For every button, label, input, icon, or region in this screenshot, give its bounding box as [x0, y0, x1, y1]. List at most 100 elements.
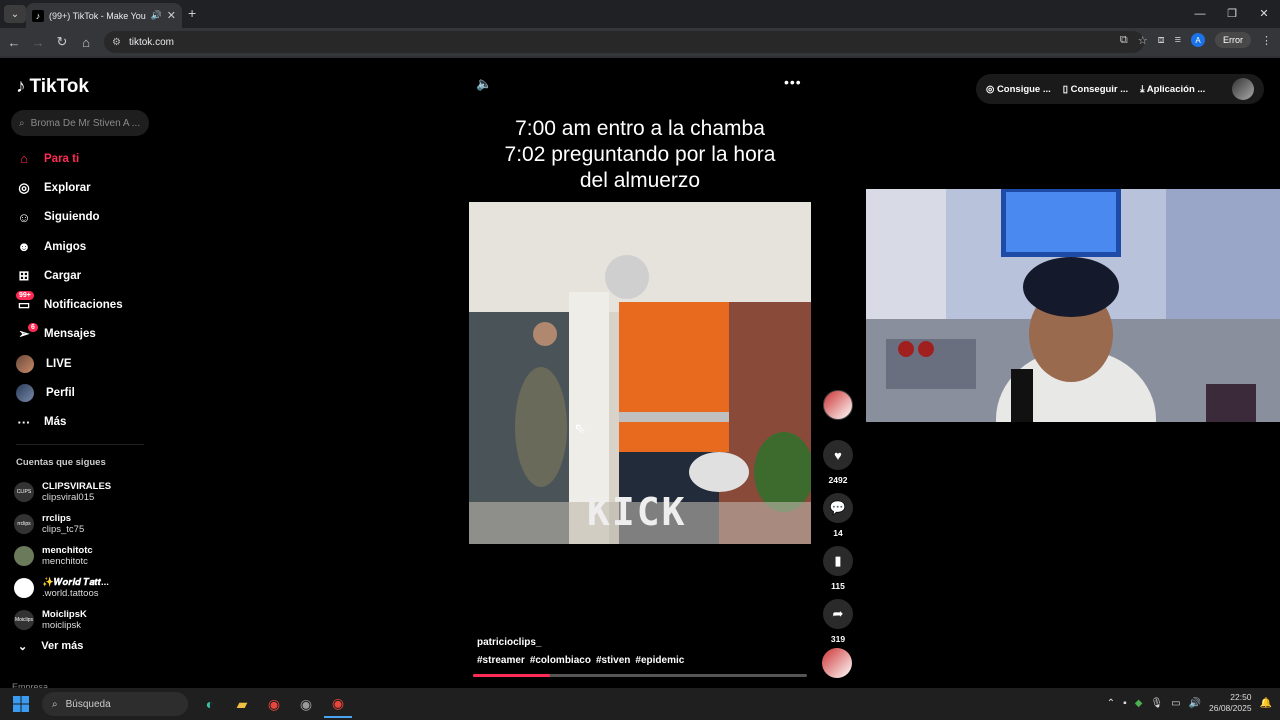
chevron-up-icon[interactable]: ⌃ [1107, 698, 1115, 709]
speaker-icon[interactable]: 🔊 [151, 10, 162, 21]
following-account[interactable]: menchitotc menchitotc [14, 540, 154, 572]
address-bar[interactable]: ⚙ tiktok.com [104, 31, 1144, 53]
tiktok-logo[interactable]: ♪ TikTok [16, 76, 89, 98]
reload-icon[interactable]: ↻ [50, 34, 74, 50]
see-more-label: Ver más [41, 640, 84, 652]
taskbar-search[interactable]: ⌕ Búsqueda [42, 692, 188, 716]
search-icon: ⌕ [52, 698, 58, 710]
account-avatar: rrclips [14, 514, 34, 534]
friends-icon: ☻ [17, 239, 31, 255]
sidebar-item-explorar[interactable]: ◎ Explorar [16, 173, 146, 202]
install-app-icon[interactable]: ⧉ [1120, 34, 1128, 47]
save-count: 115 [831, 581, 845, 591]
account-handle: moiclipsk [42, 620, 82, 631]
close-tab-icon[interactable]: ✕ [167, 9, 176, 22]
sidebar-item-live[interactable]: LIVE [16, 349, 146, 378]
sidebar-item-amigos[interactable]: ☻ Amigos [16, 232, 146, 261]
get-app-button[interactable]: ▯ Conseguir ... [1063, 84, 1128, 95]
sidebar-item-para-ti[interactable]: ⌂ Para ti [16, 144, 146, 173]
shield-icon[interactable]: ◆ [1135, 698, 1143, 709]
following-account[interactable]: Moiclips MoiclipsK moiclipsk [14, 604, 154, 636]
clock[interactable]: 22:50 26/08/2025 [1209, 692, 1252, 714]
sidebar-item-siguiendo[interactable]: ☺ Siguiendo [16, 203, 146, 232]
notification-badge: 99+ [16, 291, 34, 301]
browser-toolbar: ← → ↻ ⌂ ⚙ tiktok.com ⧉ ☆ ⧈ ≡ A Error ⋮ [0, 28, 1280, 56]
volume-icon[interactable]: 🔈 [476, 76, 492, 92]
close-window-button[interactable]: ✕ [1248, 0, 1280, 28]
sidebar-item-label: Cargar [44, 269, 82, 282]
chrome-active-icon[interactable]: ◉ [324, 690, 352, 718]
heart-icon: ♥ [834, 447, 842, 463]
more-icon: ··· [17, 414, 31, 430]
comment-button[interactable]: 💬 [823, 493, 853, 523]
get-app-label: Conseguir ... [1070, 83, 1129, 95]
video-author[interactable]: patricioclips_ [477, 637, 541, 648]
file-explorer-icon[interactable]: ▰ [228, 690, 256, 718]
restore-button[interactable]: ❐ [1216, 0, 1248, 28]
hashtag[interactable]: #epidemic [635, 655, 684, 666]
forward-icon[interactable]: → [26, 35, 50, 50]
browser-tab[interactable]: ♪ (99+) TikTok - Make Your Day 🔊 ✕ [26, 3, 182, 28]
search-input[interactable]: ⌕ Broma De Mr Stiven A ... [11, 110, 149, 136]
bookmark-star-icon[interactable]: ☆ [1138, 34, 1148, 47]
notification-bell-icon[interactable]: 🔔 [1260, 698, 1272, 709]
sidebar-item-perfil[interactable]: Perfil [16, 378, 146, 407]
caption-line: 7:00 am entro a la chamba [515, 117, 765, 140]
tiktok-favicon-icon: ♪ [32, 9, 44, 22]
home-icon[interactable]: ⌂ [74, 35, 98, 50]
save-button[interactable]: ▮ [823, 546, 853, 576]
hashtag[interactable]: #colombiaco [530, 655, 591, 666]
progress-fill [473, 674, 550, 677]
bookmark-icon: ▮ [834, 553, 842, 568]
account-name: menchitotc [42, 545, 93, 556]
extensions-icon[interactable]: ⧈ [1158, 34, 1165, 47]
account-avatar [14, 578, 34, 598]
app-tray-icon[interactable]: ▪ [1123, 698, 1127, 709]
new-tab-button[interactable]: + [188, 5, 196, 21]
download-app-button[interactable]: ⤓ Aplicación ... [1140, 84, 1205, 95]
sidebar-item-label: Perfil [46, 387, 75, 400]
hashtag[interactable]: #streamer [477, 655, 525, 666]
minimize-button[interactable]: — [1184, 0, 1216, 28]
menu-dots-icon[interactable]: ⋮ [1261, 34, 1272, 47]
sidebar-item-mas[interactable]: ··· Más [16, 408, 146, 437]
volume-icon[interactable]: 🔊 [1189, 698, 1201, 709]
sidebar-item-label: Notificaciones [44, 299, 123, 312]
share-button[interactable]: ➦ [823, 599, 853, 629]
see-more-button[interactable]: ⌄ Ver más [18, 640, 83, 653]
like-button[interactable]: ♥ [823, 440, 853, 470]
microphone-icon[interactable]: 🎙 [1150, 698, 1163, 709]
account-handle: .world.tattoos [42, 588, 99, 599]
account-handle: clipsviral015 [42, 492, 95, 503]
following-account[interactable]: rrclips rrclips clips_tc75 [14, 508, 154, 540]
sidebar-item-notificaciones[interactable]: ▭ 99+ Notificaciones [16, 290, 146, 319]
sidebar-item-cargar[interactable]: ⊞ Cargar [16, 261, 146, 290]
profile-avatar[interactable]: A [1191, 33, 1205, 47]
more-options-icon[interactable]: ••• [784, 74, 802, 90]
site-info-icon[interactable]: ⚙ [112, 37, 121, 48]
media-control-icon[interactable]: ≡ [1175, 34, 1181, 46]
chrome-icon[interactable]: ◉ [260, 690, 288, 718]
user-avatar[interactable] [1232, 78, 1254, 100]
edge-icon[interactable]: ◐ [196, 690, 224, 718]
back-icon[interactable]: ← [2, 35, 26, 50]
creator-avatar[interactable] [823, 390, 853, 420]
search-placeholder: Broma De Mr Stiven A ... [30, 117, 141, 129]
tab-search-button[interactable]: ⌄ [4, 5, 26, 23]
account-handle: clips_tc75 [42, 524, 85, 535]
video-progress-bar[interactable] [473, 674, 807, 677]
following-account[interactable]: ✨𝑾𝒐𝒓𝒍𝒅 𝑻𝒂𝒕𝒕... .world.tattoos [14, 572, 154, 604]
download-app-label: Aplicación ... [1146, 83, 1206, 95]
taskbar: ⌕ Búsqueda ◐ ▰ ◉ ◉ ◉ ⌃ ▪ ◆ 🎙 ▭ 🔊 22:50 2… [0, 688, 1280, 720]
error-button[interactable]: Error [1215, 32, 1251, 48]
hashtag[interactable]: #stiven [596, 655, 630, 666]
chrome-profile-icon[interactable]: ◉ [292, 690, 320, 718]
start-button[interactable] [0, 696, 42, 712]
following-account[interactable]: CLIPS CLIPSVIRALES clipsviral015 [14, 476, 154, 508]
next-creator-avatar[interactable] [822, 648, 852, 678]
video-player[interactable]: KICK [469, 202, 811, 544]
network-icon[interactable]: ▭ [1171, 698, 1180, 709]
sidebar-item-mensajes[interactable]: ➢ 6 Mensajes [16, 320, 146, 349]
get-coins-button[interactable]: ◎ Consigue ... [986, 84, 1051, 95]
tiktok-note-icon: ♪ [16, 76, 26, 97]
